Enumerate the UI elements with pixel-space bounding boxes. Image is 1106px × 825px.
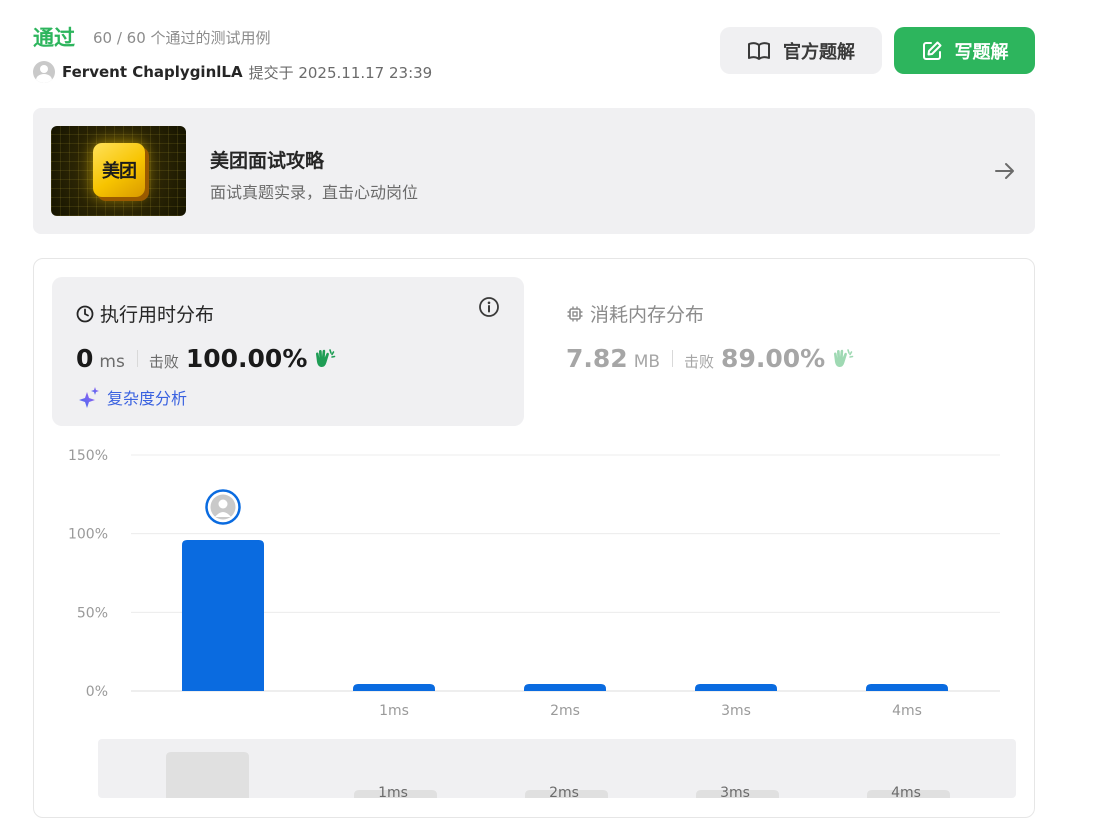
overview-tick-label: 3ms xyxy=(720,785,750,801)
y-tick-label: 100% xyxy=(68,527,108,543)
y-tick-label: 0% xyxy=(86,684,108,700)
x-tick-label: 2ms xyxy=(550,703,580,719)
avatar-head xyxy=(218,499,228,509)
y-tick-label: 150% xyxy=(68,448,108,464)
bar[interactable] xyxy=(866,684,948,691)
x-tick-label: 3ms xyxy=(721,703,751,719)
x-tick-label: 1ms xyxy=(379,703,409,719)
bar[interactable] xyxy=(182,539,264,691)
overview-tick-label: 2ms xyxy=(549,785,579,801)
bar[interactable] xyxy=(524,684,606,691)
y-tick-label: 50% xyxy=(77,605,108,621)
bar[interactable] xyxy=(353,684,435,691)
overview-tick-label: 4ms xyxy=(891,785,921,801)
x-tick-label: 4ms xyxy=(892,703,922,719)
overview-bar xyxy=(166,752,249,798)
bar[interactable] xyxy=(695,684,777,691)
runtime-distribution-chart: 0% 50% 100% 150% 1ms 2ms 3ms 4ms 1ms 2ms 3ms 4ms xyxy=(68,448,1000,801)
overview-tick-label: 1ms xyxy=(378,785,408,801)
